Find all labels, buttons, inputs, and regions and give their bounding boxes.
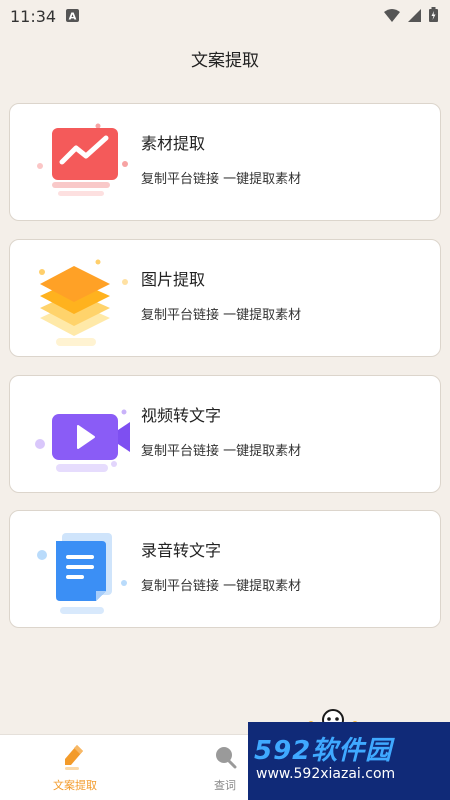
- tab-label: 文案提取: [53, 779, 97, 792]
- watermark-brand: 592软件园: [254, 736, 393, 766]
- card-title: 素材提取: [141, 134, 206, 153]
- status-time: 11:34: [10, 6, 57, 26]
- video-camera-icon: [30, 386, 140, 486]
- card-title: 录音转文字: [141, 541, 222, 560]
- pencil-icon: [63, 743, 87, 775]
- layers-icon: [30, 250, 140, 350]
- card-desc: 复制平台链接 一键提取素材: [141, 444, 302, 459]
- card-desc: 复制平台链接 一键提取素材: [141, 172, 302, 187]
- app-header: 文案提取: [0, 32, 450, 84]
- signal-icon: [408, 7, 421, 26]
- card-video-to-text[interactable]: 视频转文字 复制平台链接 一键提取素材: [9, 375, 441, 493]
- search-icon: [213, 745, 237, 775]
- battery-icon: [429, 6, 438, 26]
- wifi-icon: [384, 7, 400, 26]
- svg-text:A: A: [69, 11, 77, 22]
- card-title: 图片提取: [141, 270, 206, 289]
- status-bar: 11:34 A: [0, 0, 450, 32]
- watermark-url: www.592xiazai.com: [256, 766, 396, 782]
- page-title: 文案提取: [191, 50, 259, 71]
- tab-text-extract[interactable]: 文案提取: [30, 735, 120, 800]
- card-desc: 复制平台链接 一键提取素材: [141, 308, 302, 323]
- card-image-extract[interactable]: 图片提取 复制平台链接 一键提取素材: [9, 239, 441, 357]
- trend-chart-icon: [30, 114, 140, 214]
- card-audio-to-text[interactable]: 录音转文字 复制平台链接 一键提取素材: [9, 510, 441, 628]
- document-icon: [30, 521, 140, 621]
- watermark: 592软件园 www.592xiazai.com: [248, 722, 450, 800]
- card-title: 视频转文字: [141, 406, 222, 425]
- card-material-extract[interactable]: 素材提取 复制平台链接 一键提取素材: [9, 103, 441, 221]
- notification-a-icon: A: [66, 7, 80, 26]
- card-desc: 复制平台链接 一键提取素材: [141, 579, 302, 594]
